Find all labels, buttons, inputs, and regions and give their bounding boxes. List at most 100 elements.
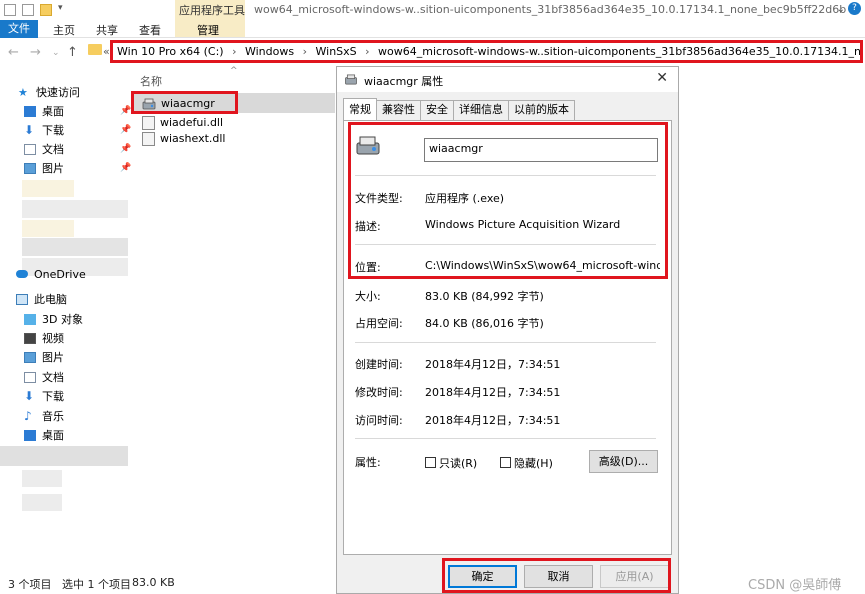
pin-icon: 📌 bbox=[120, 144, 132, 154]
created-value: 2018年4月12日，7:34:51 bbox=[425, 358, 561, 371]
quick-access-toolbar: ▾ bbox=[0, 0, 175, 20]
nav-label: 桌面 bbox=[42, 429, 64, 442]
divider bbox=[355, 438, 656, 439]
document-icon bbox=[24, 143, 36, 155]
nav-label: 视频 bbox=[42, 332, 64, 345]
tab-file[interactable]: 文件 bbox=[0, 20, 38, 38]
folder-icon bbox=[88, 44, 102, 55]
readonly-label: 只读(R) bbox=[439, 457, 478, 470]
file-item-wiashext[interactable]: wiashext.dll bbox=[142, 130, 225, 147]
expand-ribbon-icon[interactable]: ⌄ bbox=[837, 4, 845, 15]
nav-quick-access[interactable]: ★ 快速访问 bbox=[18, 84, 80, 100]
redacted-item bbox=[22, 220, 74, 237]
readonly-checkbox[interactable] bbox=[425, 457, 436, 468]
file-name: wiadefui.dll bbox=[160, 116, 224, 129]
nav-item-3d-objects[interactable]: 3D 对象 bbox=[24, 311, 83, 327]
advanced-button[interactable]: 高级(D)... bbox=[589, 450, 658, 473]
file-item-wiadefui[interactable]: wiadefui.dll bbox=[142, 114, 223, 131]
highlight-box-file bbox=[131, 91, 238, 114]
breadcrumb-folder[interactable]: wow64_microsoft-windows-w..sition-uicomp… bbox=[378, 45, 860, 58]
forward-button[interactable]: → bbox=[30, 45, 41, 60]
sort-up-icon: ^ bbox=[230, 66, 238, 76]
nav-onedrive[interactable]: OneDrive bbox=[16, 266, 86, 282]
size-label: 大小: bbox=[355, 290, 381, 303]
tab-security[interactable]: 安全 bbox=[420, 100, 454, 120]
divider bbox=[355, 342, 656, 343]
nav-label: 快速访问 bbox=[36, 86, 80, 99]
nav-item-desktop-pc[interactable]: 桌面 bbox=[24, 427, 64, 443]
nav-label: 下载 bbox=[42, 124, 64, 137]
pin-icon: 📌 bbox=[120, 106, 132, 116]
nav-label: 文档 bbox=[42, 143, 64, 156]
tab-home[interactable]: 主页 bbox=[53, 22, 75, 38]
close-icon[interactable]: ✕ bbox=[656, 70, 668, 86]
back-button[interactable]: ← bbox=[8, 45, 19, 60]
tab-previous-versions[interactable]: 以前的版本 bbox=[508, 100, 575, 120]
accessed-value: 2018年4月12日，7:34:51 bbox=[425, 414, 561, 427]
save-icon[interactable] bbox=[4, 4, 16, 16]
nav-item-downloads-pc[interactable]: ⬇ 下载 bbox=[24, 388, 64, 404]
nav-item-videos[interactable]: 视频 bbox=[24, 330, 64, 346]
file-name: wiashext.dll bbox=[160, 132, 226, 145]
recent-dropdown-icon[interactable]: ⌄ bbox=[52, 48, 60, 58]
redacted-item bbox=[22, 180, 74, 197]
hidden-label: 隐藏(H) bbox=[514, 457, 553, 470]
new-folder-icon[interactable] bbox=[40, 4, 52, 16]
tab-view[interactable]: 查看 bbox=[139, 22, 161, 38]
breadcrumb-drive[interactable]: Win 10 Pro x64 (C:) bbox=[117, 45, 224, 58]
app-tools-label: 应用程序工具 bbox=[179, 4, 245, 17]
star-icon: ★ bbox=[18, 85, 28, 99]
nav-label: OneDrive bbox=[34, 267, 86, 281]
nav-item-documents[interactable]: 文档 📌 bbox=[24, 141, 131, 157]
status-selected: 选中 1 个项目 bbox=[62, 578, 131, 591]
column-header-name[interactable]: 名称 bbox=[140, 73, 162, 89]
address-bar[interactable]: Win 10 Pro x64 (C:) › Windows › WinSxS ›… bbox=[110, 40, 863, 63]
nav-item-downloads[interactable]: ⬇ 下载 📌 bbox=[24, 122, 131, 138]
redacted-item bbox=[22, 494, 62, 511]
nav-item-desktop[interactable]: 桌面 📌 bbox=[24, 103, 131, 119]
redacted-item bbox=[22, 470, 62, 487]
dialog-tabs: 常规 兼容性 安全 详细信息 以前的版本 bbox=[343, 98, 575, 120]
breadcrumb-separator: › bbox=[365, 45, 370, 58]
pin-icon: 📌 bbox=[120, 125, 132, 135]
breadcrumb-windows[interactable]: Windows bbox=[245, 45, 294, 58]
scanner-app-icon bbox=[344, 74, 358, 85]
nav-item-pictures[interactable]: 图片 📌 bbox=[24, 160, 131, 176]
redacted-item bbox=[22, 200, 128, 218]
nav-item-music[interactable]: ♪ 音乐 bbox=[24, 408, 64, 424]
tab-compatibility[interactable]: 兼容性 bbox=[376, 100, 421, 120]
pin-icon: 📌 bbox=[120, 163, 132, 173]
size-value: 83.0 KB (84,992 字节) bbox=[425, 290, 544, 303]
nav-label: 3D 对象 bbox=[42, 313, 83, 326]
up-button[interactable]: ↑ bbox=[67, 45, 78, 60]
document-icon bbox=[24, 371, 36, 383]
breadcrumb-winsxs[interactable]: WinSxS bbox=[316, 45, 357, 58]
help-icon[interactable]: ? bbox=[848, 2, 861, 15]
modified-value: 2018年4月12日，7:34:51 bbox=[425, 386, 561, 399]
tab-share[interactable]: 共享 bbox=[96, 22, 118, 38]
tab-general[interactable]: 常规 bbox=[343, 98, 377, 120]
nav-this-pc[interactable]: 此电脑 bbox=[16, 291, 67, 307]
status-item-count: 3 个项目 bbox=[8, 578, 52, 591]
tab-details[interactable]: 详细信息 bbox=[453, 100, 509, 120]
cloud-icon bbox=[16, 270, 28, 278]
attributes-label: 属性: bbox=[355, 456, 381, 469]
music-icon: ♪ bbox=[24, 408, 32, 423]
customize-toolbar-icon[interactable]: ▾ bbox=[58, 3, 63, 13]
address-overflow[interactable]: « bbox=[103, 45, 110, 58]
dll-file-icon bbox=[142, 115, 155, 130]
modified-label: 修改时间: bbox=[355, 386, 403, 399]
properties-icon[interactable] bbox=[22, 4, 34, 16]
nav-item-documents-pc[interactable]: 文档 bbox=[24, 369, 64, 385]
accessed-label: 访问时间: bbox=[355, 414, 403, 427]
dialog-title: wiaacmgr 属性 bbox=[364, 75, 444, 88]
disk-size-label: 占用空间: bbox=[355, 317, 403, 330]
hidden-checkbox[interactable] bbox=[500, 457, 511, 468]
disk-size-value: 84.0 KB (86,016 字节) bbox=[425, 317, 544, 330]
nav-label: 音乐 bbox=[42, 410, 64, 423]
breadcrumb-separator: › bbox=[232, 45, 237, 58]
nav-item-pictures-pc[interactable]: 图片 bbox=[24, 349, 64, 365]
pictures-icon bbox=[24, 162, 36, 174]
computer-icon bbox=[16, 293, 28, 305]
dialog-titlebar: wiaacmgr 属性 ✕ bbox=[337, 67, 678, 92]
